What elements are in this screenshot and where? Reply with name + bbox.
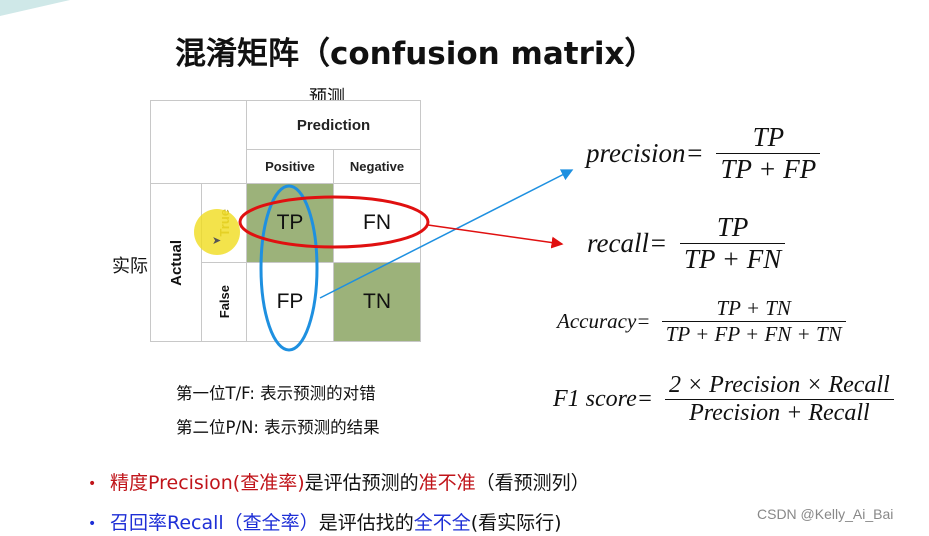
row-ellipse [238, 195, 430, 249]
accuracy-formula: Accuracy = TP + TN TP + FP + FN + TN [557, 296, 846, 347]
numerator: TP [716, 212, 749, 242]
note-first-letter: 第一位T/F: 表示预测的对错 [176, 384, 376, 403]
formula-lhs: F1 score [553, 386, 637, 412]
numerator: TP [752, 122, 785, 152]
precision-emphasis: 准不准 [418, 472, 476, 494]
arrow-to-precision [319, 169, 574, 299]
denominator: TP + FN [679, 243, 786, 275]
watermark: CSDN @Kelly_Ai_Bai [757, 506, 894, 522]
bullet-recall: • 召回率Recall（查全率）是评估找的全不全(看实际行) [88, 508, 562, 535]
bullet-text: 是评估预测的 [304, 472, 419, 494]
precision-formula: precision = TP TP + FP [586, 122, 821, 185]
bullet-text: 是评估找的 [318, 512, 414, 534]
precision-term: 精度Precision(查准率) [110, 472, 305, 494]
bullet-text: （看预测列） [475, 472, 590, 494]
column-ellipse [259, 184, 319, 352]
bullet-precision: • 精度Precision(查准率)是评估预测的准不准（看预测列） [88, 468, 590, 495]
recall-term: 召回率Recall（查全率） [110, 512, 319, 534]
equals-sign: = [648, 228, 668, 258]
numerator: TP + TN [716, 296, 791, 320]
recall-emphasis: 全不全 [413, 512, 471, 534]
numerator: 2 × Precision × Recall [668, 372, 890, 398]
recall-formula: recall = TP TP + FN [587, 212, 786, 275]
equals-sign: = [636, 386, 653, 412]
formula-lhs: recall [587, 228, 649, 258]
bullet-icon: • [88, 515, 97, 532]
arrow-to-recall [427, 224, 564, 249]
fraction: TP TP + FP [716, 122, 821, 185]
denominator: TP + FP [716, 153, 821, 185]
denominator: Precision + Recall [664, 399, 894, 427]
equals-sign: = [636, 309, 651, 333]
bullet-text: (看实际行) [470, 512, 562, 534]
fraction: TP + TN TP + FP + FN + TN [661, 296, 846, 347]
note-second-letter: 第二位P/N: 表示预测的结果 [176, 418, 380, 437]
annotation-overlay [238, 169, 574, 352]
formula-lhs: Accuracy [557, 309, 637, 333]
f1-score-formula: F1 score = 2 × Precision × Recall Precis… [553, 372, 894, 427]
fraction: 2 × Precision × Recall Precision + Recal… [664, 372, 894, 427]
equals-sign: = [685, 138, 704, 168]
fraction: TP TP + FN [679, 212, 786, 275]
formula-lhs: precision [586, 138, 686, 168]
denominator: TP + FP + FN + TN [661, 321, 846, 347]
bullet-icon: • [88, 475, 97, 492]
